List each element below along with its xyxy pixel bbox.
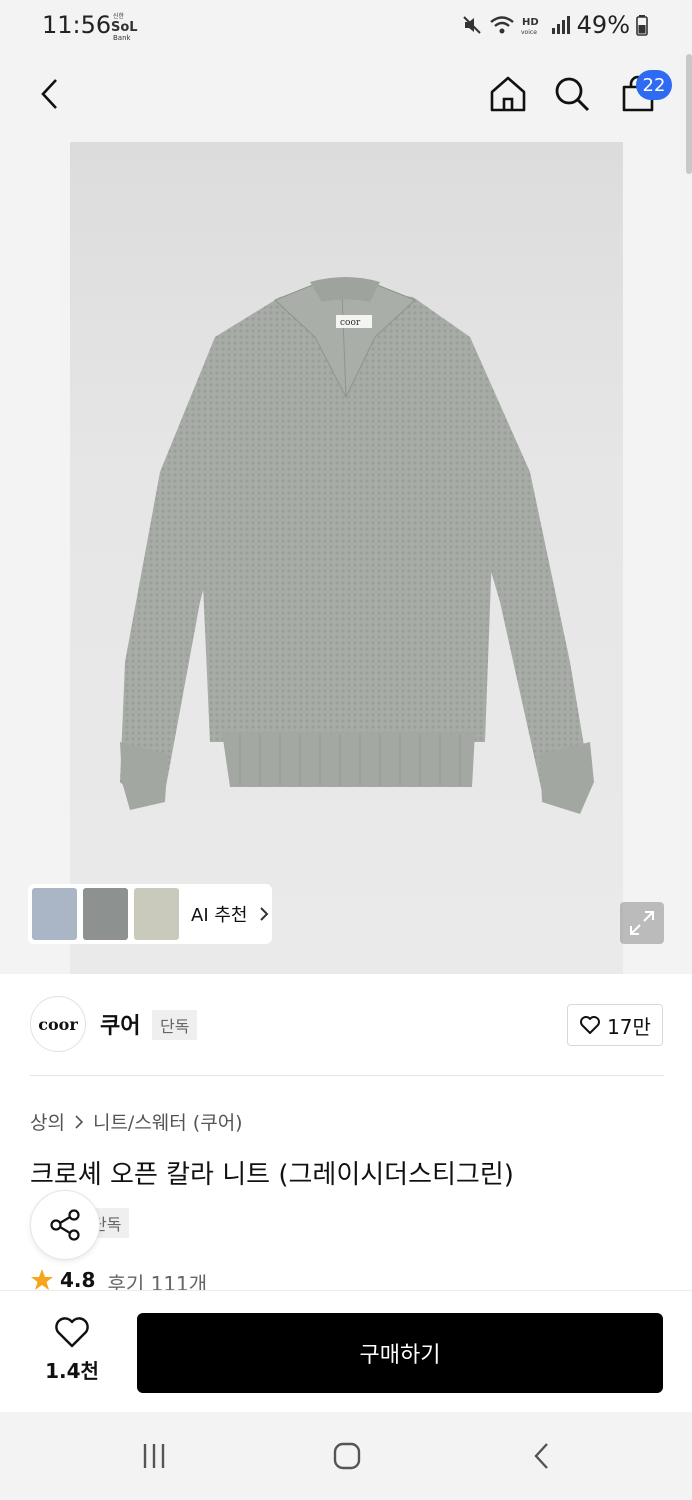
signal-icon <box>551 16 570 34</box>
wishlist-count: 1.4천 <box>45 1359 99 1383</box>
svg-text:voice: voice <box>521 29 537 36</box>
product-title: 크로셰 오픈 칼라 니트 (그레이시더스티그린) <box>30 1160 514 1190</box>
status-bar: 11:56 신한 SoL Bank HD voice 49% <box>0 0 692 54</box>
svg-text:coor: coor <box>340 318 361 328</box>
brand-like-count: 17만 <box>607 1014 651 1039</box>
sol-bank-icon: 신한 SoL Bank <box>111 12 138 42</box>
breadcrumb: 상의 니트/스웨터 (쿠어) <box>30 1108 243 1135</box>
recent-apps-icon <box>143 1444 165 1468</box>
back-system-button[interactable] <box>522 1436 562 1476</box>
cart-count-badge[interactable]: 22 <box>636 70 672 100</box>
bottom-action-bar: 1.4천 구매하기 <box>0 1290 692 1412</box>
chevron-right-icon <box>260 907 269 921</box>
search-icon <box>555 77 590 112</box>
svg-text:SoL: SoL <box>111 20 138 35</box>
exclusive-badge: 단독 <box>152 1010 198 1040</box>
home-button[interactable] <box>486 72 530 116</box>
divider <box>30 1075 664 1076</box>
back-arrow-icon <box>41 79 57 109</box>
status-icons: HD voice 49% <box>461 11 648 39</box>
scrollbar[interactable] <box>686 54 692 174</box>
ai-thumb-3[interactable] <box>134 888 179 940</box>
share-icon <box>50 1209 80 1241</box>
system-nav-bar <box>0 1412 692 1500</box>
brand-row: coor 쿠어 단독 17만 <box>0 974 692 1076</box>
sweater-illustration: coor <box>120 277 594 814</box>
heart-icon <box>580 1016 601 1034</box>
rating-row[interactable]: 4.8 후기 111개 <box>30 1268 207 1290</box>
mute-icon <box>462 16 481 34</box>
battery-percent: 49% <box>576 11 630 39</box>
breadcrumb-item-subcategory[interactable]: 니트/스웨터 (쿠어) <box>93 1108 243 1135</box>
breadcrumb-item-category[interactable]: 상의 <box>30 1108 65 1135</box>
ai-thumb-2[interactable] <box>83 888 128 940</box>
product-photo[interactable]: coor <box>70 142 623 974</box>
ai-recommend-card[interactable]: AI 추천 <box>28 884 272 944</box>
svg-text:HD: HD <box>522 17 539 28</box>
battery-icon <box>636 15 648 36</box>
expand-icon <box>630 911 654 935</box>
back-icon <box>534 1443 548 1469</box>
expand-image-button[interactable] <box>620 902 664 944</box>
buy-button[interactable]: 구매하기 <box>137 1313 663 1393</box>
heart-icon <box>55 1317 89 1348</box>
brand-logo[interactable]: coor <box>30 996 86 1052</box>
ai-thumb-1[interactable] <box>32 888 77 940</box>
back-button[interactable] <box>28 72 72 116</box>
product-image-area: coor <box>0 142 692 974</box>
brand-name[interactable]: 쿠어 <box>100 1008 140 1040</box>
wishlist-button[interactable]: 1.4천 <box>30 1317 114 1384</box>
home-system-button[interactable] <box>327 1436 367 1476</box>
share-button[interactable] <box>30 1190 100 1260</box>
recent-apps-button[interactable] <box>134 1436 174 1476</box>
ai-recommend-label[interactable]: AI 추천 <box>191 901 247 927</box>
rating-value: 4.8 <box>60 1268 96 1290</box>
chevron-right-icon <box>75 1114 83 1129</box>
svg-text:신한: 신한 <box>113 12 125 20</box>
hd-voice-icon: HD voice <box>521 17 539 36</box>
home-circle-icon <box>333 1442 361 1470</box>
svg-text:Bank: Bank <box>113 34 132 42</box>
search-button[interactable] <box>550 72 594 116</box>
home-icon <box>490 76 526 112</box>
star-icon <box>31 1269 53 1290</box>
top-nav <box>0 54 692 142</box>
status-time: 11:56 <box>42 11 112 39</box>
brand-like-button[interactable]: 17만 <box>567 1004 663 1046</box>
wifi-icon <box>489 16 514 34</box>
review-count[interactable]: 후기 111개 <box>107 1268 207 1290</box>
